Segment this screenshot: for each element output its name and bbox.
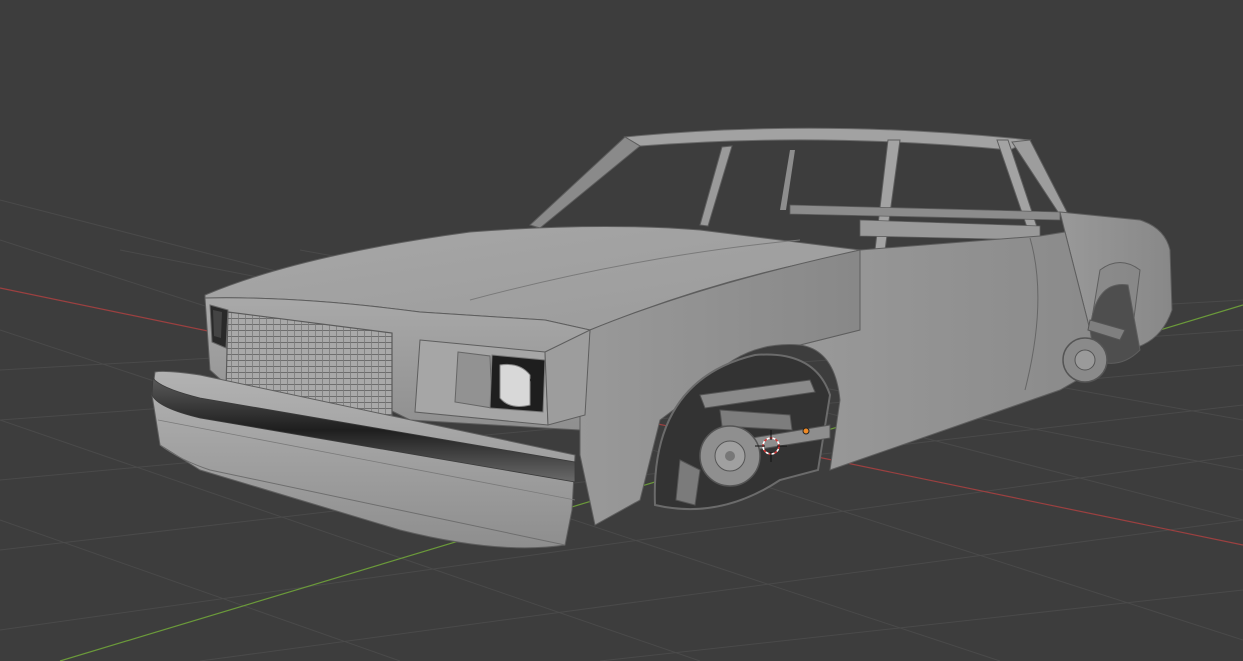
- 3d-viewport[interactable]: [0, 0, 1243, 661]
- car-model[interactable]: [151, 127, 1173, 549]
- object-origin-icon: [802, 427, 810, 435]
- viewport-canvas[interactable]: [0, 0, 1243, 661]
